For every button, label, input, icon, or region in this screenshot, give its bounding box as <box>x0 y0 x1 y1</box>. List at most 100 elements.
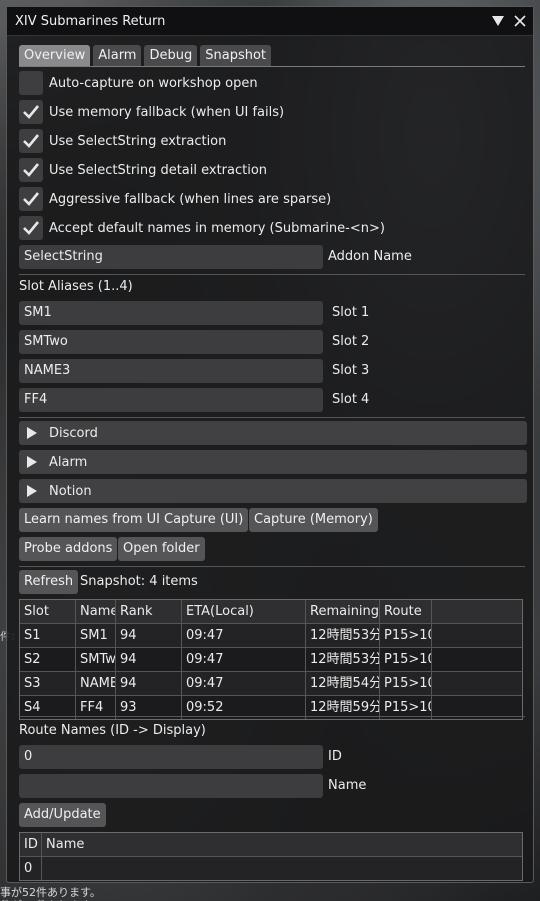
table-header-row: Slot Name Rank ETA(Local) Remaining Rout… <box>20 600 522 624</box>
option-label: Aggressive fallback (when lines are spar… <box>49 191 332 207</box>
cell-slot: S1 <box>20 624 76 647</box>
column-header[interactable]: ID <box>20 833 42 856</box>
option-label: Accept default names in memory (Submarin… <box>49 220 385 236</box>
expand-arrow-icon <box>27 485 37 497</box>
cell-route: P15>10 <box>380 672 432 695</box>
checkbox[interactable] <box>19 158 43 182</box>
checkbox[interactable] <box>19 216 43 240</box>
route-id-label: ID <box>328 749 342 764</box>
add-update-button[interactable]: Add/Update <box>19 803 106 827</box>
column-header[interactable]: Name <box>42 833 522 856</box>
cell-id: 0 <box>20 857 42 880</box>
slot-aliases-heading: Slot Aliases (1..4) <box>19 279 133 294</box>
cell-rank: 94 <box>116 672 182 695</box>
addon-name-input[interactable]: SelectString <box>19 245 323 269</box>
checkbox[interactable] <box>19 187 43 211</box>
option-label: Use SelectString extraction <box>49 133 227 149</box>
cell-eta: 09:47 <box>182 624 306 647</box>
cell-empty <box>432 648 522 671</box>
cell-route: P15>10 <box>380 624 432 647</box>
slot-2-alias-input[interactable]: SMTwo <box>19 330 323 354</box>
slot-2-label: Slot 2 <box>332 334 370 349</box>
cell-eta: 09:47 <box>182 672 306 695</box>
section-notion[interactable]: Notion <box>19 479 527 503</box>
addon-name-label: Addon Name <box>328 249 412 264</box>
probe-addons-button[interactable]: Probe addons <box>19 537 118 561</box>
checkbox[interactable] <box>19 129 43 153</box>
separator <box>19 716 525 717</box>
checkbox[interactable] <box>19 71 43 95</box>
cell-name <box>42 857 522 880</box>
title-bar[interactable]: XIV Submarines Return <box>7 7 533 36</box>
learn-names-button[interactable]: Learn names from UI <box>19 508 165 532</box>
tab-overview[interactable]: Overview <box>19 45 91 66</box>
tab-underline <box>19 66 525 67</box>
slot-4-alias-input[interactable]: FF4 <box>19 388 323 412</box>
route-names-heading: Route Names (ID -> Display) <box>19 723 206 738</box>
section-label: Notion <box>49 483 92 499</box>
option-memory-fallback[interactable]: Use memory fallback (when UI fails) <box>19 100 284 124</box>
close-icon[interactable] <box>511 12 529 30</box>
section-alarm[interactable]: Alarm <box>19 450 527 474</box>
check-icon <box>23 105 40 119</box>
option-accept-default-names[interactable]: Accept default names in memory (Submarin… <box>19 216 385 240</box>
table-row[interactable]: S1 SM1 94 09:47 12時間53分 P15>10 <box>20 624 522 648</box>
collapse-icon[interactable] <box>489 12 507 30</box>
separator <box>19 274 525 275</box>
tab-bar: Overview Alarm Debug Snapshot <box>19 45 272 66</box>
column-header-empty <box>432 600 522 623</box>
cell-rank: 94 <box>116 624 182 647</box>
column-header[interactable]: Remaining <box>306 600 380 623</box>
separator <box>19 566 525 567</box>
option-selectstring-detail[interactable]: Use SelectString detail extraction <box>19 158 267 182</box>
slot-1-label: Slot 1 <box>332 305 370 320</box>
column-header[interactable]: Rank <box>116 600 182 623</box>
tab-alarm[interactable]: Alarm <box>93 45 142 66</box>
checkbox[interactable] <box>19 100 43 124</box>
route-id-input[interactable]: 0 <box>19 745 323 769</box>
cell-slot: S2 <box>20 648 76 671</box>
check-icon <box>23 221 40 235</box>
tab-snapshot[interactable]: Snapshot <box>200 45 272 66</box>
capture-memory-button[interactable]: Capture (Memory) <box>249 508 378 532</box>
slot-4-label: Slot 4 <box>332 392 370 407</box>
column-header[interactable]: Route <box>380 600 432 623</box>
slot-1-alias-input[interactable]: SM1 <box>19 301 323 325</box>
refresh-button[interactable]: Refresh <box>19 570 79 594</box>
table-header-row: ID Name <box>20 833 522 857</box>
column-header[interactable]: Slot <box>20 600 76 623</box>
section-discord[interactable]: Discord <box>19 421 527 445</box>
option-aggressive-fallback[interactable]: Aggressive fallback (when lines are spar… <box>19 187 331 211</box>
window-title: XIV Submarines Return <box>15 13 166 29</box>
expand-arrow-icon <box>27 456 37 468</box>
table-row[interactable]: S3 NAME3 94 09:47 12時間54分 P15>10 <box>20 672 522 696</box>
option-selectstring-extraction[interactable]: Use SelectString extraction <box>19 129 226 153</box>
table-row[interactable]: 0 <box>20 857 522 880</box>
route-name-input[interactable] <box>19 774 323 798</box>
route-name-label: Name <box>328 778 367 793</box>
tab-debug[interactable]: Debug <box>144 45 198 66</box>
separator <box>19 417 525 418</box>
option-label: Use memory fallback (when UI fails) <box>49 104 285 120</box>
section-label: Alarm <box>49 454 88 470</box>
background-chat-text: 件が51件あります。 <box>0 897 101 901</box>
cell-name: SMTwo <box>76 648 116 671</box>
route-names-table: ID Name 0 <box>19 832 523 881</box>
slot-3-alias-input[interactable]: NAME3 <box>19 359 323 383</box>
check-icon <box>23 192 40 206</box>
check-icon <box>23 163 40 177</box>
open-folder-button[interactable]: Open folder <box>118 537 205 561</box>
option-auto-capture[interactable]: Auto-capture on workshop open <box>19 71 258 95</box>
slot-3-label: Slot 3 <box>332 363 370 378</box>
option-label: Use SelectString detail extraction <box>49 162 268 178</box>
table-row[interactable]: S2 SMTwo 94 09:47 12時間53分 P15>10 <box>20 648 522 672</box>
snapshot-status: Snapshot: 4 items <box>80 574 198 589</box>
column-header[interactable]: Name <box>76 600 116 623</box>
cell-remaining: 12時間53分 <box>306 648 380 671</box>
plugin-window: XIV Submarines Return Overview Alarm Deb… <box>6 6 534 883</box>
column-header[interactable]: ETA(Local) <box>182 600 306 623</box>
option-label: Auto-capture on workshop open <box>49 75 258 91</box>
capture-ui-button[interactable]: Capture (UI) <box>159 508 249 532</box>
cell-name: SM1 <box>76 624 116 647</box>
cell-name: NAME3 <box>76 672 116 695</box>
